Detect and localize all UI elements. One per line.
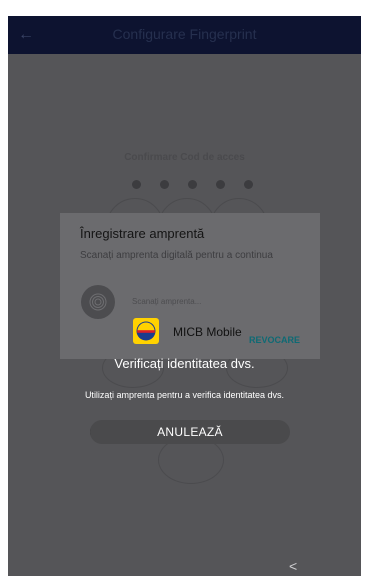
dialog-description: Scanați amprenta digitală pentru a conti…	[80, 250, 273, 261]
verify-title: Verificați identitatea dvs.	[114, 356, 255, 371]
pin-dot	[188, 180, 197, 189]
revoke-button[interactable]: REVOCARE	[249, 335, 300, 345]
app-bar: ← Configurare Fingerprint	[8, 16, 361, 54]
scan-hint: Scanați amprenta...	[132, 297, 202, 306]
cancel-button[interactable]: ANULEAZĂ	[90, 420, 290, 444]
app-title: Configurare Fingerprint	[112, 26, 257, 42]
dialog-title: Înregistrare amprentă	[80, 226, 205, 241]
pin-title: Confirmare Cod de acces	[124, 152, 245, 163]
pin-dot	[244, 180, 253, 189]
fingerprint-icon	[81, 285, 115, 319]
verify-subtitle: Utilizați amprenta pentru a verifica ide…	[84, 390, 285, 400]
pin-dot	[160, 180, 169, 189]
micb-logo-icon	[133, 318, 159, 344]
pin-dot	[216, 180, 225, 189]
pin-dots	[132, 180, 262, 190]
nav-back-icon[interactable]: <	[289, 558, 297, 574]
screen: ← Configurare Fingerprint Confirmare Cod…	[8, 16, 361, 576]
app-name: MICB Mobile	[173, 325, 242, 339]
pin-dot	[132, 180, 141, 189]
